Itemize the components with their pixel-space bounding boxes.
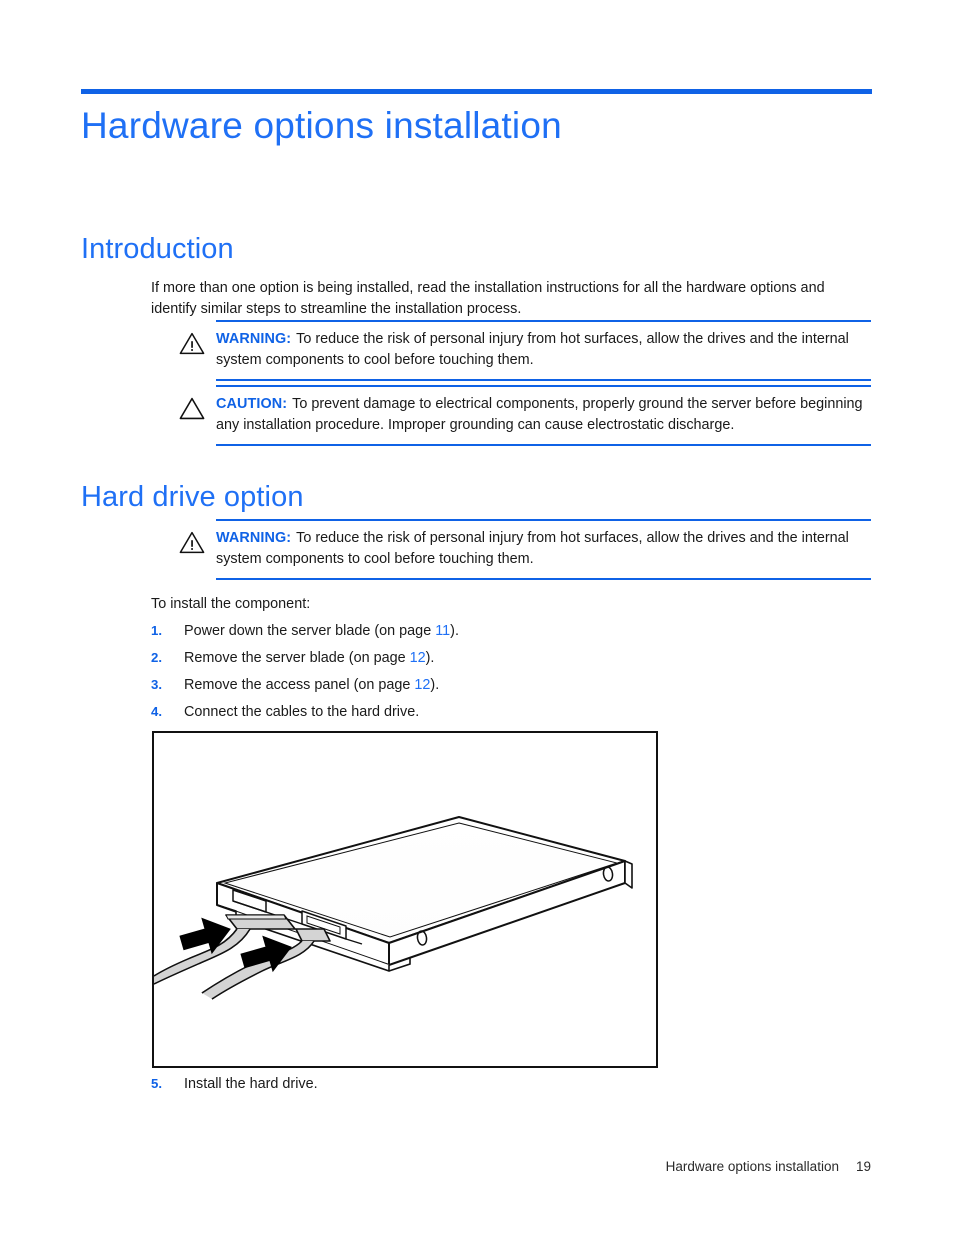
step-number: 2. (151, 650, 162, 665)
procedure-intro-line: To install the component: (151, 596, 311, 612)
admonition-body-text: To prevent damage to electrical componen… (216, 396, 863, 433)
list-item: 5. Install the hard drive. (151, 1074, 871, 1101)
cross-reference-link[interactable]: 12 (414, 677, 430, 693)
admonition-text: WARNING: To reduce the risk of personal i… (216, 329, 871, 371)
footer-page-number: 19 (855, 1159, 871, 1174)
admonition-label: CAUTION: (216, 396, 288, 412)
list-item: 1. Power down the server blade (on page … (151, 621, 871, 648)
caution-triangle-icon (168, 394, 216, 420)
hard-drive-cable-connection-illustration (152, 731, 658, 1068)
cross-reference-link[interactable]: 11 (435, 623, 450, 639)
step-number: 1. (151, 623, 162, 638)
introduction-paragraph: If more than one option is being install… (151, 280, 825, 317)
admonition-body-text: To reduce the risk of personal injury fr… (216, 331, 849, 368)
step-text: Install the hard drive. (184, 1076, 318, 1092)
section-heading-introduction: Introduction (81, 233, 234, 265)
document-page: Hardware options installation Introducti… (0, 0, 954, 1235)
page-footer: Hardware options installation 19 (81, 1158, 871, 1176)
admonition-caution-introduction: CAUTION: To prevent damage to electrical … (168, 385, 871, 446)
warning-triangle-icon (168, 528, 216, 554)
page-title: Hardware options installation (81, 105, 562, 146)
step-number: 3. (151, 677, 162, 692)
step-number: 5. (151, 1076, 162, 1091)
admonition-body-text: To reduce the risk of personal injury fr… (216, 530, 849, 567)
admonition-text: WARNING: To reduce the risk of personal i… (216, 528, 871, 570)
admonition-label: WARNING: (216, 331, 292, 347)
admonition-warning-introduction: WARNING: To reduce the risk of personal i… (168, 320, 871, 381)
list-item: 2. Remove the server blade (on page 12). (151, 648, 871, 675)
admonition-bottom-rule (216, 578, 871, 580)
step-text: Remove the access panel (on page 12). (184, 677, 440, 693)
cross-reference-link[interactable]: 12 (410, 650, 426, 666)
chapter-title-rule (81, 89, 872, 94)
step-text: Remove the server blade (on page 12). (184, 650, 435, 666)
admonition-bottom-rule (216, 444, 871, 446)
step-number: 4. (151, 704, 162, 719)
section-heading-hard-drive-option: Hard drive option (81, 481, 304, 513)
admonition-label: WARNING: (216, 530, 292, 546)
procedure-step-list-continued: 5. Install the hard drive. (151, 1074, 871, 1101)
procedure-step-list: 1. Power down the server blade (on page … (151, 621, 871, 729)
admonition-warning-hard-drive: WARNING: To reduce the risk of personal i… (168, 519, 871, 580)
admonition-text: CAUTION: To prevent damage to electrical … (216, 394, 871, 436)
warning-triangle-icon (168, 329, 216, 355)
footer-title: Hardware options installation (665, 1159, 839, 1174)
step-text: Power down the server blade (on page 11)… (184, 623, 459, 639)
list-item: 4. Connect the cables to the hard drive. (151, 702, 871, 729)
admonition-bottom-rule (216, 379, 871, 381)
list-item: 3. Remove the access panel (on page 12). (151, 675, 871, 702)
step-text: Connect the cables to the hard drive. (184, 704, 420, 720)
